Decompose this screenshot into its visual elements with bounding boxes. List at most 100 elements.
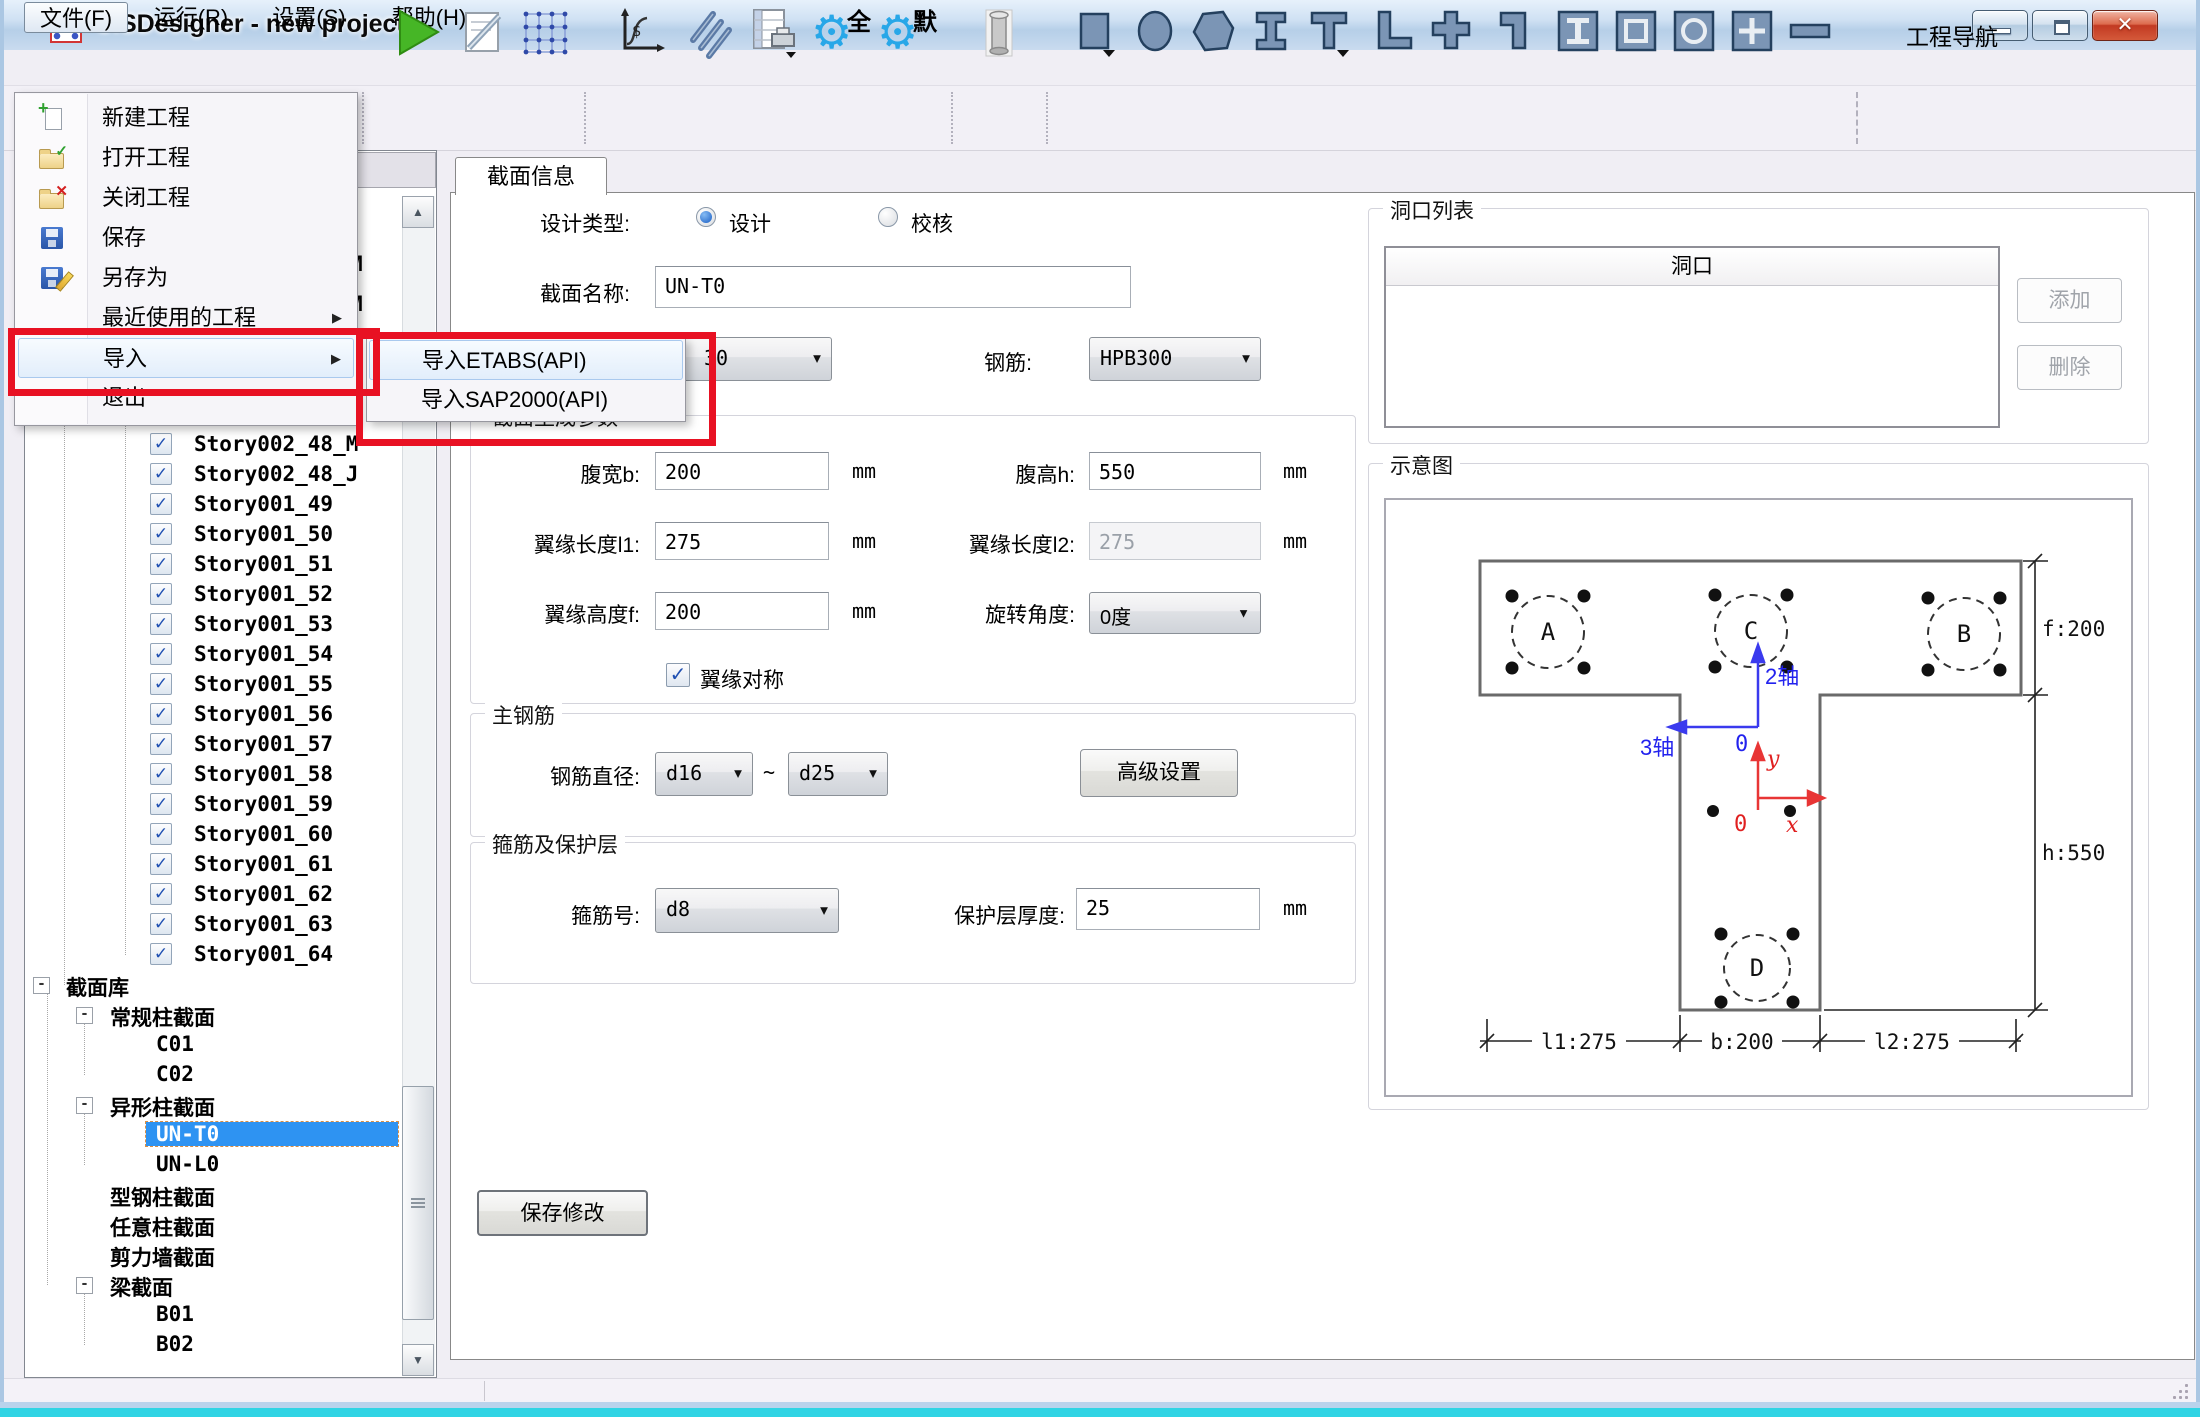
tree-item[interactable]: ✓Story001_49	[25, 490, 430, 520]
shape-lshape-button[interactable]	[1367, 6, 1423, 60]
toolbar-column-button[interactable]	[972, 6, 1028, 60]
scroll-down-icon[interactable]: ▼	[402, 1344, 434, 1376]
tree-item[interactable]: ✓Story001_61	[25, 850, 430, 880]
design-radio-label[interactable]: 设计	[729, 208, 771, 238]
tree-item[interactable]: UN-L0	[25, 1150, 430, 1180]
shape-boxed-cross-button[interactable]	[1726, 6, 1782, 60]
flange-symmetric-label[interactable]: 翼缘对称	[700, 664, 784, 694]
tree-item[interactable]: ✓Story001_62	[25, 880, 430, 910]
shape-boxed-circle-button[interactable]	[1668, 6, 1724, 60]
tree-item[interactable]: B02	[25, 1330, 430, 1360]
checkbox-checked-icon[interactable]: ✓	[150, 583, 172, 605]
shape-circle-button[interactable]	[1129, 6, 1185, 60]
tree-item[interactable]: ✓Story001_58	[25, 760, 430, 790]
checkbox-checked-icon[interactable]: ✓	[150, 793, 172, 815]
rebar-diameter-to-select[interactable]: d25▼	[788, 752, 888, 796]
save-changes-button[interactable]: 保存修改	[477, 1190, 648, 1236]
checkbox-checked-icon[interactable]: ✓	[150, 613, 172, 635]
shape-bar-button[interactable]	[1784, 6, 1840, 60]
web-width-input[interactable]: 200	[655, 452, 829, 490]
menu-settings[interactable]: 设置(S)	[258, 2, 360, 33]
tree-item[interactable]: ✓Story002_48_J	[25, 460, 430, 490]
tree-item[interactable]: -异形柱截面	[25, 1090, 430, 1120]
design-radio[interactable]	[696, 207, 716, 227]
tree-item[interactable]: ✓Story001_56	[25, 700, 430, 730]
tree-item[interactable]: ✓Story001_64	[25, 940, 430, 970]
shape-boxed-i-button[interactable]	[1552, 6, 1608, 60]
toolbar-edit-report-button[interactable]	[457, 6, 513, 60]
checkbox-checked-icon[interactable]: ✓	[150, 883, 172, 905]
toolbar-gear-full-button[interactable]: ⚙ 全	[813, 6, 869, 60]
flange-length1-input[interactable]: 275	[655, 522, 829, 560]
tree-item[interactable]: ✓Story001_55	[25, 670, 430, 700]
shape-boxed-square-button[interactable]	[1610, 6, 1666, 60]
check-radio-label[interactable]: 校核	[911, 208, 953, 238]
flange-symmetric-checkbox[interactable]: ✓	[666, 663, 690, 687]
file-menu-item[interactable]: ✕关闭工程	[18, 178, 354, 218]
tree-item[interactable]: -截面库	[25, 970, 430, 1000]
toolbar-table-print-button[interactable]	[748, 6, 804, 60]
menu-file[interactable]: 文件(F)	[24, 2, 128, 33]
tree-item[interactable]: B01	[25, 1300, 430, 1330]
checkbox-checked-icon[interactable]: ✓	[150, 853, 172, 875]
checkbox-checked-icon[interactable]: ✓	[150, 913, 172, 935]
toolbar-run-button[interactable]	[392, 6, 448, 60]
checkbox-checked-icon[interactable]: ✓	[150, 523, 172, 545]
tree-collapse-icon[interactable]: -	[76, 1277, 93, 1294]
checkbox-checked-icon[interactable]: ✓	[150, 673, 172, 695]
tree-item[interactable]: ✓Story001_51	[25, 550, 430, 580]
checkbox-checked-icon[interactable]: ✓	[150, 943, 172, 965]
tree-item-selected[interactable]: UN-T0	[25, 1120, 430, 1150]
tree-item[interactable]: ✓Story001_63	[25, 910, 430, 940]
toolbar-rebar-button[interactable]	[685, 6, 741, 60]
tree-collapse-icon[interactable]: -	[76, 1007, 93, 1024]
tree-scrollbar-thumb[interactable]	[402, 1086, 434, 1320]
rebar-diameter-from-select[interactable]: d16▼	[655, 752, 753, 796]
web-height-input[interactable]: 550	[1089, 452, 1261, 490]
shape-zshape-button[interactable]	[1488, 6, 1544, 60]
tree-item[interactable]: ✓Story001_50	[25, 520, 430, 550]
tree-item[interactable]: ✓Story001_53	[25, 610, 430, 640]
checkbox-checked-icon[interactable]: ✓	[150, 733, 172, 755]
tree-item[interactable]: ✓Story001_54	[25, 640, 430, 670]
tree-item[interactable]: ✓Story001_52	[25, 580, 430, 610]
rebar-grade-select[interactable]: HPB300▼	[1089, 337, 1261, 381]
toolbar-grid-button[interactable]	[519, 6, 575, 60]
checkbox-checked-icon[interactable]: ✓	[150, 643, 172, 665]
checkbox-checked-icon[interactable]: ✓	[150, 763, 172, 785]
tree-item[interactable]: ✓Story001_59	[25, 790, 430, 820]
project-navigator-button[interactable]: 工程导航	[1906, 18, 1998, 52]
tree-item[interactable]: -常规柱截面	[25, 1000, 430, 1030]
openings-table[interactable]: 洞口	[1384, 246, 2000, 428]
file-menu-item[interactable]: 保存	[18, 218, 354, 258]
checkbox-checked-icon[interactable]: ✓	[150, 463, 172, 485]
flange-height-input[interactable]: 200	[655, 592, 829, 630]
check-radio[interactable]	[878, 207, 898, 227]
tab-section-info[interactable]: 截面信息	[455, 157, 607, 195]
tree-collapse-icon[interactable]: -	[76, 1097, 93, 1114]
tree-collapse-icon[interactable]: -	[33, 977, 50, 994]
advanced-settings-button[interactable]: 高级设置	[1080, 749, 1238, 797]
checkbox-checked-icon[interactable]: ✓	[150, 433, 172, 455]
tree-item[interactable]: ✓Story001_57	[25, 730, 430, 760]
tree-item[interactable]: 剪力墙截面	[25, 1240, 430, 1270]
checkbox-checked-icon[interactable]: ✓	[150, 703, 172, 725]
toolbar-gear-default-button[interactable]: ⚙ 默	[879, 6, 935, 60]
shape-cross-button[interactable]	[1425, 6, 1481, 60]
tree-item[interactable]: 型钢柱截面	[25, 1180, 430, 1210]
shape-rect-button[interactable]	[1071, 6, 1127, 60]
tree-item[interactable]: ✓Story001_60	[25, 820, 430, 850]
delete-opening-button[interactable]: 删除	[2017, 345, 2122, 390]
checkbox-checked-icon[interactable]: ✓	[150, 493, 172, 515]
section-name-input[interactable]: UN-T0	[655, 266, 1131, 308]
rotate-angle-select[interactable]: 0度▼	[1089, 592, 1261, 634]
cover-thickness-input[interactable]: 25	[1076, 888, 1260, 930]
shape-ibeam-button[interactable]	[1245, 6, 1301, 60]
shape-polygon-button[interactable]	[1187, 6, 1243, 60]
stirrup-number-select[interactable]: d8▼	[655, 888, 839, 933]
checkbox-checked-icon[interactable]: ✓	[150, 823, 172, 845]
shape-tshape-button[interactable]	[1303, 6, 1359, 60]
checkbox-checked-icon[interactable]: ✓	[150, 553, 172, 575]
tree-item[interactable]: C01	[25, 1030, 430, 1060]
menu-run[interactable]: 运行(R)	[140, 2, 242, 33]
